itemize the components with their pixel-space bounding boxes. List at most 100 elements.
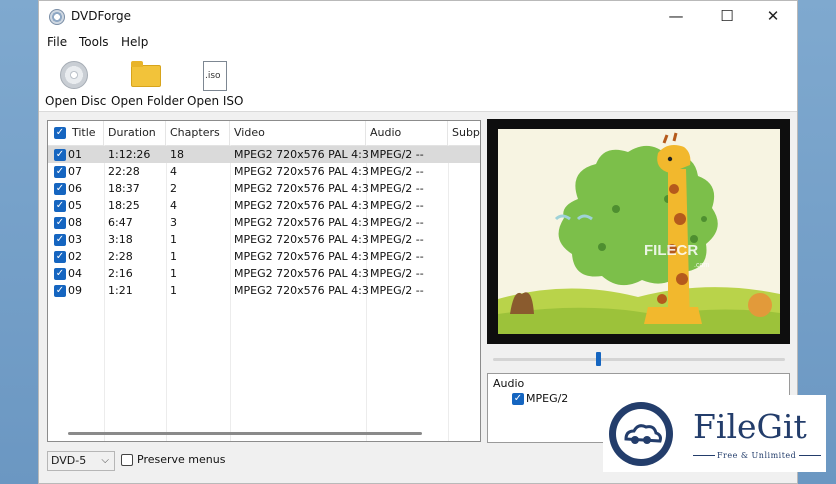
audio-panel-title: Audio xyxy=(493,377,525,390)
cell-duration: 1:21 xyxy=(108,284,133,297)
table-row[interactable]: ✓ 05 18:25 4 MPEG2 720x576 PAL 4:3 MPEG/2 -- xyxy=(48,197,480,214)
filegit-logo-icon xyxy=(609,402,673,466)
open-disc-button[interactable]: Open Disc xyxy=(45,57,107,109)
window-title: DVDForge xyxy=(71,9,132,23)
column-duration[interactable]: Duration xyxy=(104,121,166,145)
menu-tools[interactable]: Tools xyxy=(79,35,109,49)
column-subpicture[interactable]: Subpi xyxy=(448,121,480,145)
open-disc-label: Open Disc xyxy=(45,94,107,108)
cell-duration: 18:37 xyxy=(108,182,140,195)
minimize-button[interactable]: — xyxy=(653,1,699,33)
audio-track-checkbox[interactable]: ✓ xyxy=(512,393,524,405)
horizontal-scrollbar[interactable] xyxy=(68,432,422,435)
cell-title: 03 xyxy=(68,233,82,246)
cell-duration: 2:28 xyxy=(108,250,133,263)
cell-audio: MPEG/2 -- xyxy=(370,250,424,263)
seek-bar-track[interactable] xyxy=(493,358,785,361)
iso-icon-text: .iso xyxy=(205,71,221,81)
preserve-menus-label: Preserve menus xyxy=(137,453,226,466)
select-all-checkbox[interactable]: ✓ xyxy=(54,127,66,139)
open-folder-label: Open Folder xyxy=(111,94,184,108)
table-row[interactable]: ✓ 06 18:37 2 MPEG2 720x576 PAL 4:3 MPEG/2 -- xyxy=(48,180,480,197)
chevron-down-icon: ⌵ xyxy=(101,455,109,466)
column-chapters[interactable]: Chapters xyxy=(166,121,230,145)
filegit-tagline: Free & Unlimited xyxy=(717,451,797,460)
table-row[interactable]: ✓ 04 2:16 1 MPEG2 720x576 PAL 4:3 MPEG/2 -- xyxy=(48,265,480,282)
cell-title: 01 xyxy=(68,148,82,161)
menu-bar: File Tools Help xyxy=(39,33,797,53)
cell-chapters: 3 xyxy=(170,216,177,229)
cell-title: 05 xyxy=(68,199,82,212)
cell-video: MPEG2 720x576 PAL 4:3 xyxy=(234,165,369,178)
open-iso-label: Open ISO xyxy=(187,94,244,108)
cell-chapters: 2 xyxy=(170,182,177,195)
cell-video: MPEG2 720x576 PAL 4:3 xyxy=(234,284,369,297)
cell-duration: 1:12:26 xyxy=(108,148,151,161)
titles-list-header: Title ✓ Duration Chapters Video Audio Su… xyxy=(48,121,480,146)
menu-help[interactable]: Help xyxy=(121,35,148,49)
cell-audio: MPEG/2 -- xyxy=(370,182,424,195)
open-folder-button[interactable]: Open Folder xyxy=(111,57,184,109)
table-row[interactable]: ✓ 07 22:28 4 MPEG2 720x576 PAL 4:3 MPEG/2 -- xyxy=(48,163,480,180)
maximize-button[interactable]: ☐ xyxy=(704,1,750,33)
iso-file-icon: .iso xyxy=(203,61,227,91)
giraffe-scene-image: FILECR .com xyxy=(498,129,780,334)
preview-frame: FILECR .com xyxy=(498,129,780,334)
preview-watermark-sub: .com xyxy=(694,262,709,269)
cell-title: 04 xyxy=(68,267,82,280)
table-row[interactable]: ✓ 02 2:28 1 MPEG2 720x576 PAL 4:3 MPEG/2 -- xyxy=(48,248,480,265)
disc-type-select[interactable]: DVD-5 ⌵ xyxy=(47,451,115,471)
cell-audio: MPEG/2 -- xyxy=(370,199,424,212)
cell-title: 06 xyxy=(68,182,82,195)
cell-chapters: 18 xyxy=(170,148,184,161)
column-audio[interactable]: Audio xyxy=(366,121,448,145)
cell-chapters: 1 xyxy=(170,233,177,246)
menu-file[interactable]: File xyxy=(47,35,67,49)
cell-chapters: 1 xyxy=(170,250,177,263)
cell-video: MPEG2 720x576 PAL 4:3 xyxy=(234,148,369,161)
cell-title: 09 xyxy=(68,284,82,297)
video-preview: FILECR .com xyxy=(487,119,790,344)
cell-chapters: 4 xyxy=(170,165,177,178)
cell-chapters: 1 xyxy=(170,284,177,297)
cell-duration: 18:25 xyxy=(108,199,140,212)
table-row[interactable]: ✓ 01 1:12:26 18 MPEG2 720x576 PAL 4:3 MPEG/2 … xyxy=(48,146,480,163)
table-row[interactable]: ✓ 09 1:21 1 MPEG2 720x576 PAL 4:3 MPEG/2 -- xyxy=(48,282,480,299)
disc-icon xyxy=(60,61,88,89)
table-row[interactable]: ✓ 03 3:18 1 MPEG2 720x576 PAL 4:3 MPEG/2 -- xyxy=(48,231,480,248)
preview-watermark-text: FILECR xyxy=(644,242,698,259)
cell-duration: 22:28 xyxy=(108,165,140,178)
cell-duration: 3:18 xyxy=(108,233,133,246)
cell-title: 07 xyxy=(68,165,82,178)
cell-audio: MPEG/2 -- xyxy=(370,148,424,161)
cell-chapters: 1 xyxy=(170,267,177,280)
cell-chapters: 4 xyxy=(170,199,177,212)
filegit-watermark: FileGit Free & Unlimited xyxy=(603,395,826,472)
disc-type-value: DVD-5 xyxy=(51,454,87,467)
cell-duration: 6:47 xyxy=(108,216,133,229)
open-iso-button[interactable]: .iso Open ISO xyxy=(187,57,243,109)
cell-video: MPEG2 720x576 PAL 4:3 xyxy=(234,233,369,246)
titles-list[interactable]: Title ✓ Duration Chapters Video Audio Su… xyxy=(47,120,481,442)
cell-title: 08 xyxy=(68,216,82,229)
column-video[interactable]: Video xyxy=(230,121,366,145)
cell-video: MPEG2 720x576 PAL 4:3 xyxy=(234,267,369,280)
preserve-menus-checkbox[interactable] xyxy=(121,454,133,466)
folder-icon xyxy=(131,61,161,87)
cell-video: MPEG2 720x576 PAL 4:3 xyxy=(234,182,369,195)
filegit-brand: FileGit xyxy=(693,407,807,446)
cell-video: MPEG2 720x576 PAL 4:3 xyxy=(234,216,369,229)
title-bar: DVDForge — ☐ ✕ xyxy=(39,1,797,33)
cell-audio: MPEG/2 -- xyxy=(370,267,424,280)
cell-duration: 2:16 xyxy=(108,267,133,280)
table-row[interactable]: ✓ 08 6:47 3 MPEG2 720x576 PAL 4:3 MPEG/2 -- xyxy=(48,214,480,231)
cell-audio: MPEG/2 -- xyxy=(370,233,424,246)
app-disc-icon xyxy=(49,9,65,25)
seek-bar-thumb[interactable] xyxy=(596,352,601,366)
cell-audio: MPEG/2 -- xyxy=(370,165,424,178)
close-button[interactable]: ✕ xyxy=(750,1,796,33)
cell-audio: MPEG/2 -- xyxy=(370,216,424,229)
audio-track-label: MPEG/2 xyxy=(526,392,569,405)
cell-video: MPEG2 720x576 PAL 4:3 xyxy=(234,199,369,212)
toolbar: Open Disc Open Folder .iso Open ISO xyxy=(39,53,797,112)
